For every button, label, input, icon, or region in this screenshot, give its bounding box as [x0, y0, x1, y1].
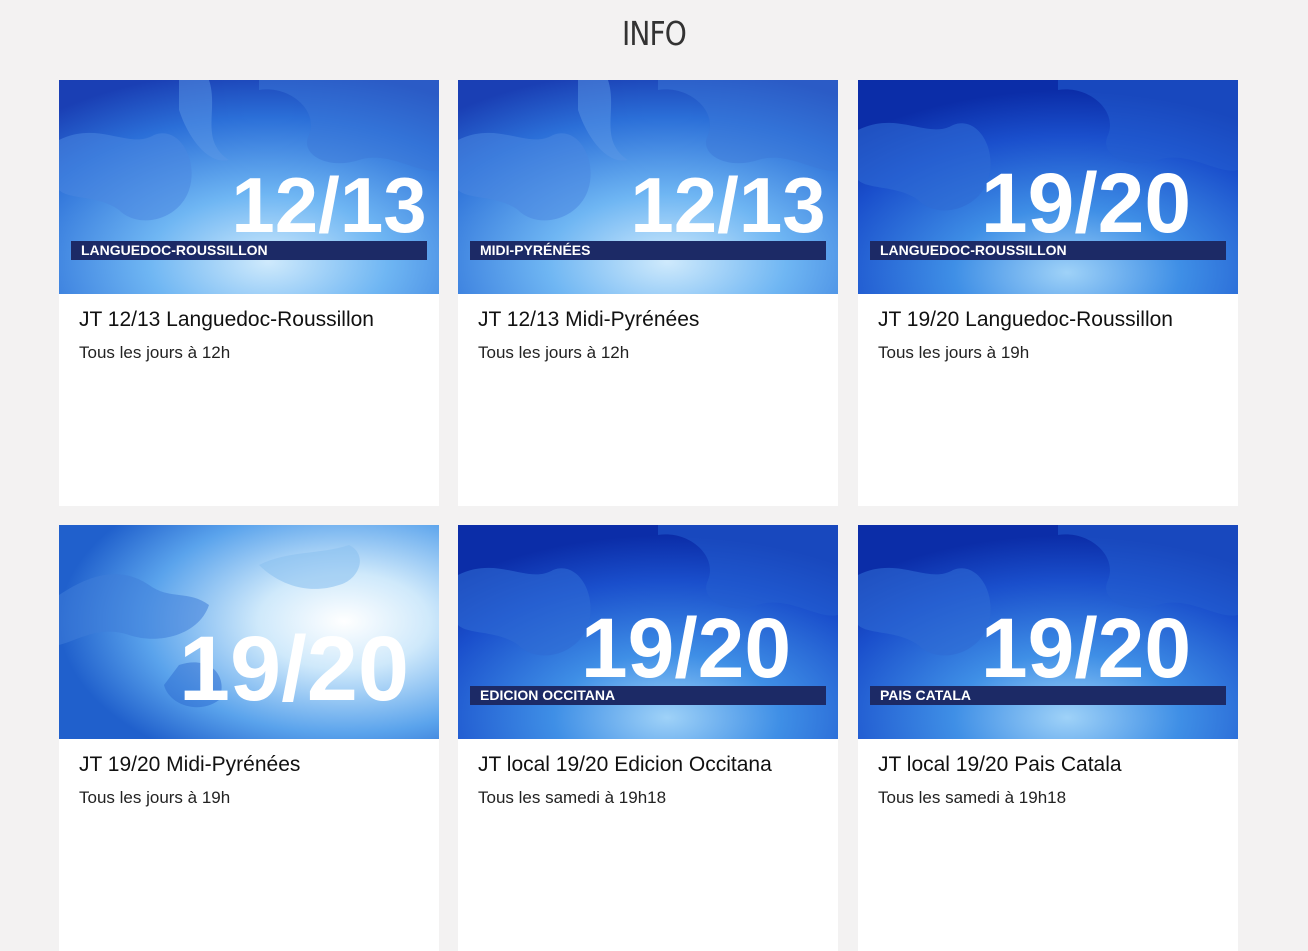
program-card[interactable]: 19/20 EDICION OCCITANA JT local 19/20 Ed…	[458, 525, 838, 951]
program-card[interactable]: 19/20 PAIS CATALA JT local 19/20 Pais Ca…	[858, 525, 1238, 951]
program-thumbnail-art: 19/20 LANGUEDOC-ROUSSILLON	[858, 80, 1238, 294]
page-title: INFO	[621, 14, 687, 53]
program-schedule: Tous les jours à 19h	[878, 343, 1030, 362]
program-card[interactable]: 12/13 LANGUEDOC-ROUSSILLON JT 12/13 Lang…	[59, 80, 439, 506]
program-title[interactable]: JT 12/13 Midi-Pyrénées	[478, 308, 699, 332]
region-band-label: PAIS CATALA	[880, 687, 971, 703]
program-card[interactable]: 19/20 JT 19/20 Midi-Pyrénées Tous les jo…	[59, 525, 439, 951]
program-schedule: Tous les samedi à 19h18	[478, 788, 667, 807]
region-band-label: LANGUEDOC-ROUSSILLON	[81, 242, 268, 258]
program-schedule: Tous les jours à 12h	[79, 343, 231, 362]
program-title[interactable]: JT local 19/20 Edicion Occitana	[478, 753, 772, 777]
program-title[interactable]: JT local 19/20 Pais Catala	[878, 753, 1122, 777]
program-card[interactable]: 19/20 LANGUEDOC-ROUSSILLON JT 19/20 Lang…	[858, 80, 1238, 506]
program-thumbnail[interactable]: 19/20	[59, 525, 439, 739]
program-number: 19/20	[981, 156, 1191, 250]
program-schedule: Tous les jours à 12h	[478, 343, 630, 362]
program-thumbnail-art: 19/20 EDICION OCCITANA	[458, 525, 838, 739]
program-number: 19/20	[981, 601, 1191, 695]
program-thumbnail[interactable]: 12/13 MIDI-PYRÉNÉES	[458, 80, 838, 294]
region-band-label: MIDI-PYRÉNÉES	[480, 242, 590, 258]
region-band-label: EDICION OCCITANA	[480, 687, 615, 703]
program-schedule: Tous les jours à 19h	[79, 788, 231, 807]
program-number: 19/20	[581, 601, 791, 695]
program-thumbnail-art: 19/20	[59, 525, 439, 739]
program-thumbnail[interactable]: 19/20 EDICION OCCITANA	[458, 525, 838, 739]
program-thumbnail[interactable]: 19/20 PAIS CATALA	[858, 525, 1238, 739]
program-thumbnail-art: 12/13 MIDI-PYRÉNÉES	[458, 80, 838, 294]
program-number: 19/20	[179, 618, 409, 720]
program-schedule: Tous les samedi à 19h18	[878, 788, 1067, 807]
program-thumbnail[interactable]: 19/20 LANGUEDOC-ROUSSILLON	[858, 80, 1238, 294]
program-number: 12/13	[630, 161, 825, 249]
program-card[interactable]: 12/13 MIDI-PYRÉNÉES JT 12/13 Midi-Pyréné…	[458, 80, 838, 506]
program-thumbnail[interactable]: 12/13 LANGUEDOC-ROUSSILLON	[59, 80, 439, 294]
region-band-label: LANGUEDOC-ROUSSILLON	[880, 242, 1067, 258]
program-thumbnail-art: 19/20 PAIS CATALA	[858, 525, 1238, 739]
program-title[interactable]: JT 19/20 Midi-Pyrénées	[79, 753, 300, 777]
program-thumbnail-art: 12/13 LANGUEDOC-ROUSSILLON	[59, 80, 439, 294]
program-title[interactable]: JT 12/13 Languedoc-Roussillon	[79, 308, 374, 332]
program-number: 12/13	[231, 161, 426, 249]
program-title[interactable]: JT 19/20 Languedoc-Roussillon	[878, 308, 1173, 332]
